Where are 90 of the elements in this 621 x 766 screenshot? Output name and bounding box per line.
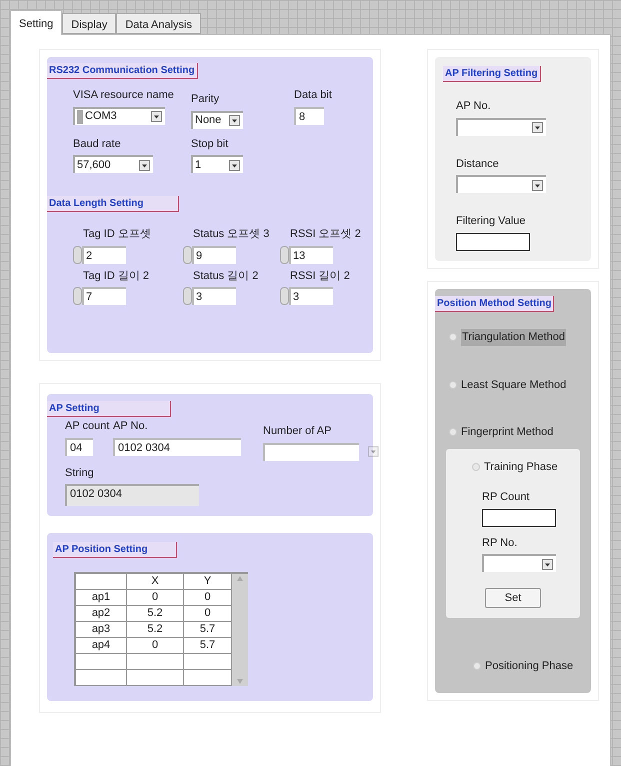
- input-field[interactable]: 04: [65, 438, 93, 456]
- row-header: ap3: [76, 622, 127, 638]
- scroll-up-icon[interactable]: [237, 576, 243, 581]
- section-title: Position Method Setting: [435, 296, 554, 312]
- table-cell: [127, 654, 184, 670]
- scrollbar[interactable]: [232, 574, 248, 686]
- dropdown-field[interactable]: [263, 442, 360, 460]
- dropdown-field[interactable]: [482, 554, 556, 572]
- field-label: Stop bit: [191, 136, 230, 152]
- field-label: AP No.: [113, 419, 149, 434]
- numeric-field[interactable]: 3: [192, 287, 236, 305]
- radio-button[interactable]: [449, 428, 457, 436]
- tab[interactable]: Display: [62, 13, 116, 34]
- field-label: RSSI 오프셋 2: [289, 227, 360, 242]
- section-title: RS232 Communication Setting: [47, 63, 198, 79]
- input-field[interactable]: 0102 0304: [113, 438, 241, 456]
- scroll-down-icon[interactable]: [237, 679, 243, 684]
- numeric-field[interactable]: 13: [289, 246, 333, 264]
- field-label: RP Count: [482, 490, 530, 505]
- radio-button[interactable]: [449, 380, 457, 389]
- spinner-icon[interactable]: [183, 246, 192, 264]
- numeric-field[interactable]: 3: [289, 287, 333, 305]
- field-label: Number of AP: [263, 424, 332, 439]
- dropdown-field[interactable]: [456, 118, 546, 136]
- dropdown-icon[interactable]: [229, 115, 240, 126]
- table-cell: 0: [127, 638, 184, 654]
- dropdown-field[interactable]: 57,600: [73, 155, 153, 173]
- section-title: AP Filtering Setting: [443, 66, 541, 82]
- spinner-icon[interactable]: [280, 246, 289, 264]
- dropdown-icon[interactable]: [229, 160, 240, 170]
- dropdown-icon[interactable]: [532, 180, 543, 190]
- field-label: VISA resource name: [73, 88, 175, 103]
- numeric-field[interactable]: 2: [82, 246, 126, 264]
- dropdown-field[interactable]: 1: [191, 155, 243, 173]
- section-title: AP Position Setting: [53, 542, 177, 558]
- radio-button[interactable]: [473, 662, 481, 670]
- dropdown-field[interactable]: None: [191, 110, 243, 128]
- field-label: Parity: [191, 92, 220, 107]
- numeric-field[interactable]: 9: [192, 246, 236, 264]
- field-label: Tag ID 오프셋: [82, 227, 152, 242]
- field-label: RP No.: [482, 536, 518, 550]
- row-header: ap1: [76, 590, 127, 606]
- radio-label: Triangulation Method: [461, 329, 566, 346]
- input-field[interactable]: 8: [294, 106, 324, 124]
- input-field[interactable]: [456, 232, 530, 250]
- dropdown-icon[interactable]: [532, 122, 543, 133]
- field-label: Tag ID 길이 2: [82, 268, 150, 284]
- field-value: 57,600: [77, 158, 111, 173]
- dropdown-icon[interactable]: [151, 111, 162, 122]
- field-value: 1: [195, 158, 202, 173]
- input-field[interactable]: [482, 508, 556, 526]
- tab[interactable]: Setting: [10, 10, 62, 35]
- set-button[interactable]: Set: [485, 588, 541, 608]
- field-label: Distance: [456, 156, 500, 172]
- dropdown-icon[interactable]: [542, 558, 553, 570]
- radio-label: Fingerprint Method: [461, 425, 554, 440]
- spinner-icon[interactable]: [183, 287, 192, 305]
- field-label: Filtering Value: [456, 214, 526, 229]
- tab[interactable]: Data Analysis: [116, 13, 201, 34]
- field-label: Status 길이 2: [192, 268, 260, 284]
- spinner-icon[interactable]: [73, 246, 82, 264]
- radio-label: Least Square Method: [461, 378, 566, 392]
- row-header: ap2: [76, 606, 127, 622]
- string-indicator: 0102 0304: [65, 484, 199, 506]
- spinner-icon[interactable]: [280, 287, 289, 305]
- radio-label: Training Phase: [484, 460, 558, 474]
- field-label: Data bit: [294, 88, 333, 103]
- radio-button[interactable]: [472, 462, 480, 471]
- numeric-field[interactable]: 7: [82, 287, 126, 305]
- table-cell: 5.2: [127, 622, 184, 638]
- row-header: ap4: [76, 638, 127, 654]
- field-label: Status 오프셋 3: [192, 227, 270, 242]
- spinner-icon[interactable]: [73, 287, 82, 305]
- field-label: AP No.: [456, 99, 492, 114]
- table-cell: 0: [127, 590, 184, 606]
- field-value: COM3: [85, 109, 118, 124]
- dropdown-icon[interactable]: [139, 160, 150, 170]
- column-header: X: [127, 574, 184, 590]
- table-cell: 5.2: [127, 606, 184, 622]
- radio-button[interactable]: [449, 333, 457, 342]
- field-label: String: [65, 466, 95, 480]
- dropdown-field[interactable]: [456, 175, 546, 193]
- field-value: None: [195, 113, 222, 128]
- section-title: AP Setting: [47, 401, 171, 417]
- field-label: Baud rate: [73, 136, 122, 152]
- dropdown-field[interactable]: COM3: [73, 106, 165, 124]
- field-label: RSSI 길이 2: [289, 268, 351, 284]
- section-title: Data Length Setting: [47, 196, 179, 212]
- radio-label: Positioning Phase: [485, 659, 574, 674]
- field-label: AP count: [65, 419, 110, 434]
